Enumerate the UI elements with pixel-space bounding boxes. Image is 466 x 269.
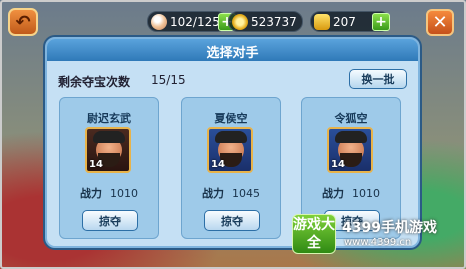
- hero-hat: [93, 131, 125, 143]
- power-label: 战力: [202, 187, 224, 200]
- opponent-portrait[interactable]: 14: [327, 127, 373, 173]
- stamina-counter: 102/125 +: [147, 11, 236, 32]
- power-value: 1010: [352, 187, 380, 200]
- opponent-level: 14: [211, 159, 225, 170]
- power-label: 战力: [80, 187, 102, 200]
- opponent-name: 夏侯空: [214, 112, 248, 125]
- remaining-attempts-value: 15/15: [151, 73, 186, 87]
- coin-icon: [232, 14, 248, 30]
- close-button[interactable]: ✕: [426, 9, 454, 36]
- opponent-portrait[interactable]: 14: [207, 127, 253, 173]
- gold-ingot-icon: [314, 14, 330, 30]
- stamina-value: 102/125: [170, 14, 220, 29]
- gold-counter: 207 +: [310, 11, 390, 32]
- close-icon: ✕: [432, 12, 448, 33]
- hero-hat: [215, 131, 247, 143]
- coin-value: 523737: [251, 14, 297, 29]
- rob-button[interactable]: 掠夺: [82, 210, 138, 231]
- opponent-name: 尉迟玄武: [87, 112, 131, 125]
- opponent-name: 令狐空: [334, 112, 368, 125]
- watermark-url: www.4399.cn: [344, 237, 412, 248]
- bun-icon: [151, 14, 167, 30]
- refresh-opponents-button[interactable]: 换一批: [349, 69, 407, 89]
- power-value: 1045: [232, 187, 260, 200]
- add-gold-button[interactable]: +: [372, 13, 390, 31]
- back-arrow-icon: ↶: [15, 11, 31, 33]
- power-value: 1010: [110, 187, 138, 200]
- opponent-power: 战力 1010: [302, 185, 400, 201]
- opponent-level: 14: [331, 159, 345, 170]
- opponent-portrait[interactable]: 14: [85, 127, 131, 173]
- opponent-card: 夏侯空 14 战力 1045 掠夺: [181, 97, 281, 239]
- opponent-card: 尉迟玄武 14 战力 1010 掠夺: [59, 97, 159, 239]
- opponent-level: 14: [89, 159, 103, 170]
- rob-button[interactable]: 掠夺: [204, 210, 260, 231]
- opponent-power: 战力 1045: [182, 185, 280, 201]
- back-button[interactable]: ↶: [8, 8, 38, 36]
- hero-hat: [335, 131, 367, 143]
- watermark-text: 4399手机游戏: [342, 220, 437, 236]
- dialog-title: 选择对手: [206, 46, 259, 61]
- remaining-attempts-label: 剩余夺宝次数: [58, 75, 131, 89]
- watermark-badge: 游戏大全: [292, 214, 336, 254]
- power-label: 战力: [322, 187, 344, 200]
- opponent-power: 战力 1010: [60, 185, 158, 201]
- coin-counter: 523737: [228, 11, 303, 32]
- gold-value: 207: [333, 14, 356, 29]
